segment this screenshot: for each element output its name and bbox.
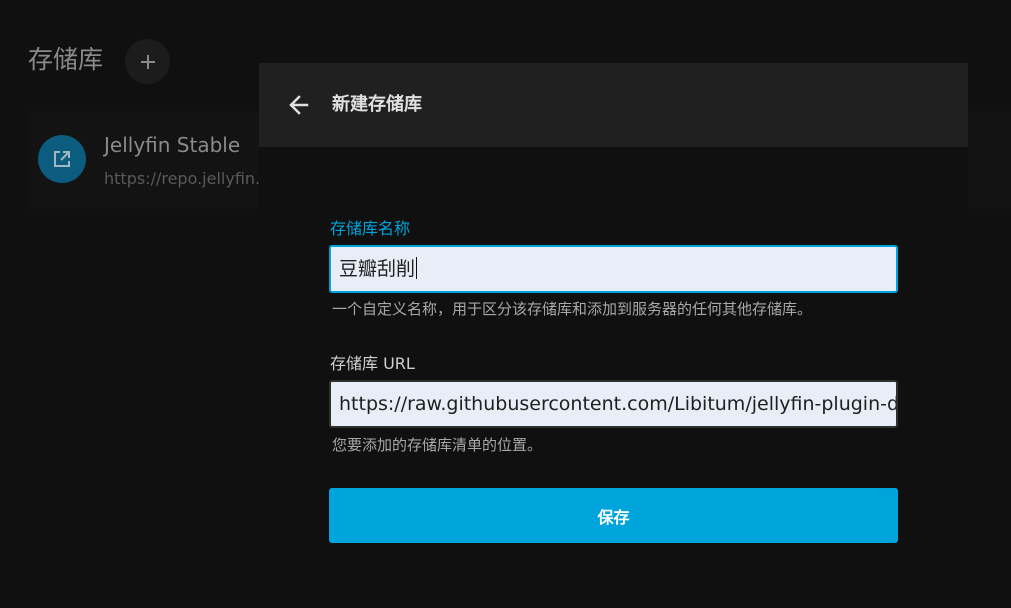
- repository-name-label: 存储库名称: [330, 219, 411, 238]
- repository-name-description: 一个自定义名称，用于区分该存储库和添加到服务器的任何其他存储库。: [332, 300, 813, 318]
- repository-url-description: 您要添加的存储库清单的位置。: [332, 436, 543, 454]
- dialog-title: 新建存储库: [332, 94, 422, 115]
- open-in-new-icon[interactable]: [38, 135, 86, 183]
- save-button[interactable]: 保存: [329, 488, 898, 543]
- repository-name-value: 豆瓣刮削: [339, 258, 416, 280]
- repository-url-value: https://raw.githubusercontent.com/Libitu…: [339, 393, 898, 415]
- add-repository-button[interactable]: [125, 39, 170, 84]
- text-caret: [416, 257, 418, 279]
- dialog-header: 新建存储库: [259, 63, 968, 147]
- repository-name-input[interactable]: 豆瓣刮削: [329, 245, 898, 293]
- page-title: 存储库: [28, 45, 104, 74]
- repository-url-input[interactable]: https://raw.githubusercontent.com/Libitu…: [329, 380, 898, 428]
- repository-url-label: 存储库 URL: [330, 354, 415, 373]
- new-repository-dialog: 新建存储库 存储库名称 豆瓣刮削 一个自定义名称，用于区分该存储库和添加到服务器…: [259, 63, 968, 608]
- arrow-left-icon: [289, 95, 309, 115]
- plugin-repositories-page: 存储库 Jellyfin Stable https://repo.jellyfi…: [0, 0, 1011, 608]
- repository-name: Jellyfin Stable: [104, 133, 241, 157]
- plus-icon: [140, 54, 155, 69]
- back-button[interactable]: [279, 85, 319, 125]
